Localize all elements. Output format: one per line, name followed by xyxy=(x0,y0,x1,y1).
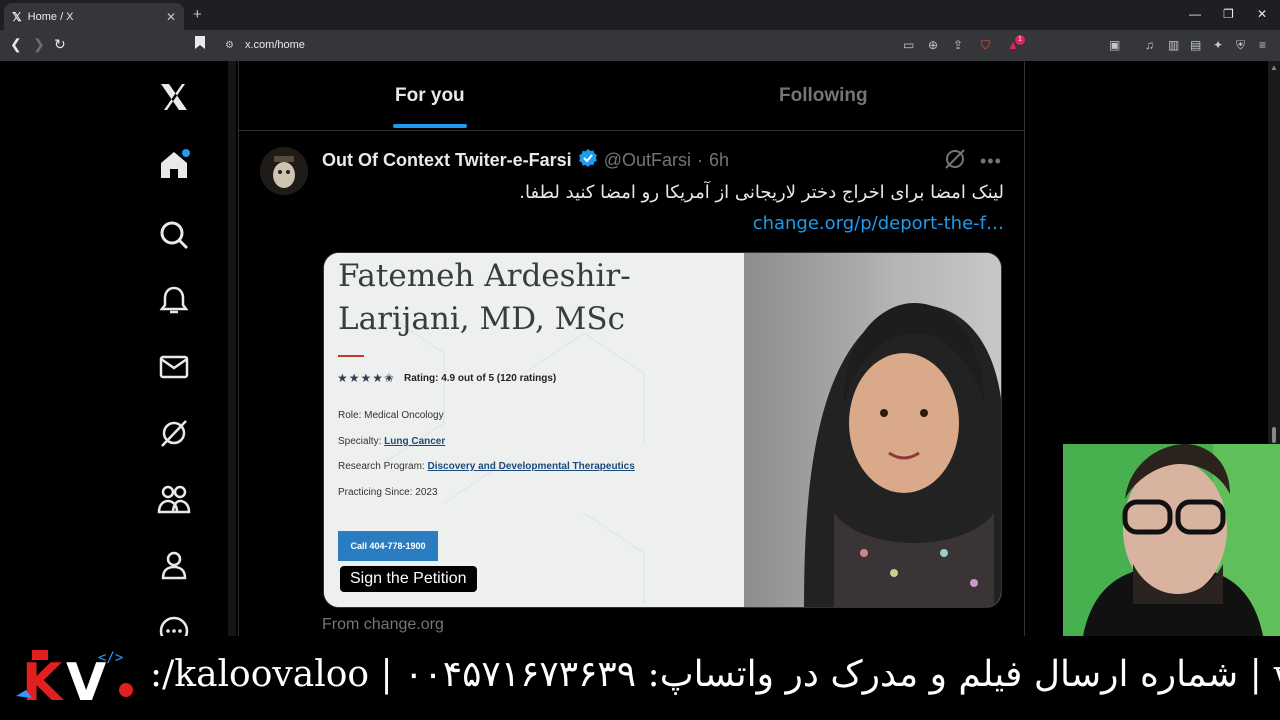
menu-icon[interactable]: ≡ xyxy=(1259,38,1266,52)
close-window-icon[interactable]: ✕ xyxy=(1257,7,1267,21)
accent-line xyxy=(338,355,364,357)
tweet-text: لینک امضا برای اخراج دختر لاریجانی از آم… xyxy=(324,177,1004,239)
leo-ai-icon[interactable]: ✦ xyxy=(1213,38,1223,52)
tab-following[interactable]: Following xyxy=(779,85,868,107)
tweet-body-text: لینک امضا برای اخراج دختر لاریجانی از آم… xyxy=(519,182,1004,203)
reload-icon[interactable]: ↻ xyxy=(54,36,66,53)
wallet-icon[interactable]: ▤ xyxy=(1190,38,1201,52)
column-divider-right xyxy=(1024,61,1025,636)
program-link: Discovery and Developmental Therapeutics xyxy=(427,461,635,472)
new-tab-icon[interactable]: + xyxy=(193,6,202,23)
restore-icon[interactable]: ❐ xyxy=(1223,7,1234,21)
practicing-text: Practicing Since: 2023 xyxy=(338,487,438,498)
link-preview-card[interactable]: Fatemeh Ardeshir-Larijani, MD, MSc ★★★★✬… xyxy=(323,252,1002,608)
rating-stars: ★★★★✬ xyxy=(337,371,396,385)
media-icon[interactable]: ♫ xyxy=(1145,38,1154,52)
grok-icon[interactable] xyxy=(156,415,192,451)
sidebar-toggle-icon[interactable]: ▣ xyxy=(1109,38,1120,52)
zoom-icon[interactable]: ⊕ xyxy=(928,38,938,52)
minimize-icon[interactable]: — xyxy=(1189,7,1201,21)
tweet-time[interactable]: 6h xyxy=(709,150,729,171)
webcam-overlay xyxy=(1063,444,1280,636)
more-icon[interactable] xyxy=(156,613,192,636)
left-scroll-gutter xyxy=(228,61,236,636)
sign-petition-label: Sign the Petition xyxy=(340,566,477,592)
profile-icon[interactable] xyxy=(156,547,192,583)
rating-text: Rating: 4.9 out of 5 (120 ratings) xyxy=(404,373,557,384)
search-icon[interactable] xyxy=(156,217,192,253)
forward-icon[interactable]: ❯ xyxy=(33,36,45,53)
url-text: x.com/home xyxy=(245,39,305,51)
brave-shield-icon[interactable]: ⛉ xyxy=(981,38,990,53)
channel-banner: K V </> :/kaloovaloo | ۰۰۴۵۷۱۶۷۳۶۳۹ :شما… xyxy=(0,636,1280,720)
browser-tab[interactable]: 𝕏 Home / X ✕ xyxy=(4,3,184,30)
grok-explain-icon[interactable] xyxy=(944,148,966,175)
author-handle[interactable]: @OutFarsi xyxy=(604,150,691,171)
column-divider-left xyxy=(238,61,239,636)
card-text-panel: Fatemeh Ardeshir-Larijani, MD, MSc ★★★★✬… xyxy=(324,253,744,607)
doctor-name: Fatemeh Ardeshir-Larijani, MD, MSc xyxy=(338,258,631,337)
specialty-link: Lung Cancer xyxy=(384,436,446,447)
x-logo-icon[interactable] xyxy=(156,79,192,115)
card-source[interactable]: From change.org xyxy=(322,616,444,634)
specialty-label: Specialty: xyxy=(338,436,382,447)
browser-tab-bar: 𝕏 Home / X ✕ + — ❐ ✕ xyxy=(0,0,1280,30)
svg-text:</>: </> xyxy=(98,650,123,666)
kaloovaloo-logo: K V </> xyxy=(14,644,144,714)
author-name[interactable]: Out Of Context Twiter-e-Farsi xyxy=(322,150,572,171)
verified-badge-icon xyxy=(578,148,598,173)
svg-text:K: K xyxy=(22,653,64,713)
specialty-line: Specialty: Lung Cancer xyxy=(338,436,445,447)
messages-mail-icon[interactable] xyxy=(156,349,192,385)
program-line: Research Program: Discovery and Developm… xyxy=(338,461,635,472)
back-icon[interactable]: ❮ xyxy=(10,36,22,53)
tweet-author-line: Out Of Context Twiter-e-Farsi @OutFarsi … xyxy=(322,148,729,173)
site-info-icon[interactable]: ⚙ xyxy=(225,40,234,51)
call-button: Call 404-778-1900 xyxy=(338,531,438,561)
timeline-tabs: For you Following xyxy=(238,61,1024,131)
program-label: Research Program: xyxy=(338,461,425,472)
more-options-icon[interactable]: ••• xyxy=(980,151,1002,172)
close-tab-icon[interactable]: ✕ xyxy=(166,10,176,24)
home-icon[interactable] xyxy=(156,147,192,183)
vpn-icon[interactable]: ⛨ xyxy=(1236,38,1245,53)
share-icon[interactable]: ⇪ xyxy=(953,38,963,52)
cast-icon[interactable]: ▭ xyxy=(903,38,914,52)
doctor-photo xyxy=(744,253,1001,607)
tweet-link[interactable]: change.org/p/deport-the-f… xyxy=(753,213,1004,234)
tab-for-you[interactable]: For you xyxy=(395,85,465,107)
bookmark-icon[interactable] xyxy=(195,36,205,52)
scroll-up-icon[interactable]: ▲ xyxy=(1270,63,1278,73)
separator-dot: · xyxy=(696,150,703,170)
scrollbar-thumb[interactable] xyxy=(1272,427,1276,443)
role-text: Role: Medical Oncology xyxy=(338,410,444,421)
banner-text: :/kaloovaloo | ۰۰۴۵۷۱۶۷۳۶۳۹ :شماره ارسال… xyxy=(150,654,1280,695)
panel-icon[interactable]: ▥ xyxy=(1168,38,1179,52)
author-avatar[interactable] xyxy=(260,147,308,195)
x-logo-icon: 𝕏 xyxy=(12,9,22,24)
active-tab-indicator xyxy=(393,124,467,128)
communities-icon[interactable] xyxy=(156,481,192,517)
notifications-bell-icon[interactable] xyxy=(156,283,192,319)
tab-title: Home / X xyxy=(27,10,74,23)
notification-badge: 1 xyxy=(1015,35,1025,45)
